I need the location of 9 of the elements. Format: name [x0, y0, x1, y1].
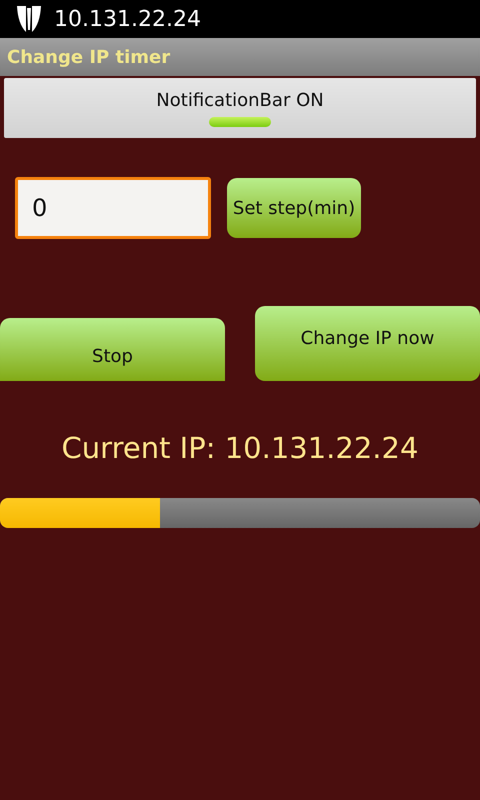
- stop-button[interactable]: Stop: [0, 318, 225, 381]
- notification-toggle[interactable]: NotificationBar ON: [4, 78, 476, 138]
- change-ip-button[interactable]: Change IP now: [255, 306, 480, 381]
- step-input-field[interactable]: 0: [15, 177, 211, 239]
- current-ip-text: Current IP: 10.131.22.24: [60, 431, 420, 465]
- shield-icon: [16, 4, 42, 34]
- app-title: Change IP timer: [7, 46, 170, 68]
- set-step-button[interactable]: Set step(min): [227, 178, 361, 238]
- status-text: 10.131.22.24: [54, 6, 201, 32]
